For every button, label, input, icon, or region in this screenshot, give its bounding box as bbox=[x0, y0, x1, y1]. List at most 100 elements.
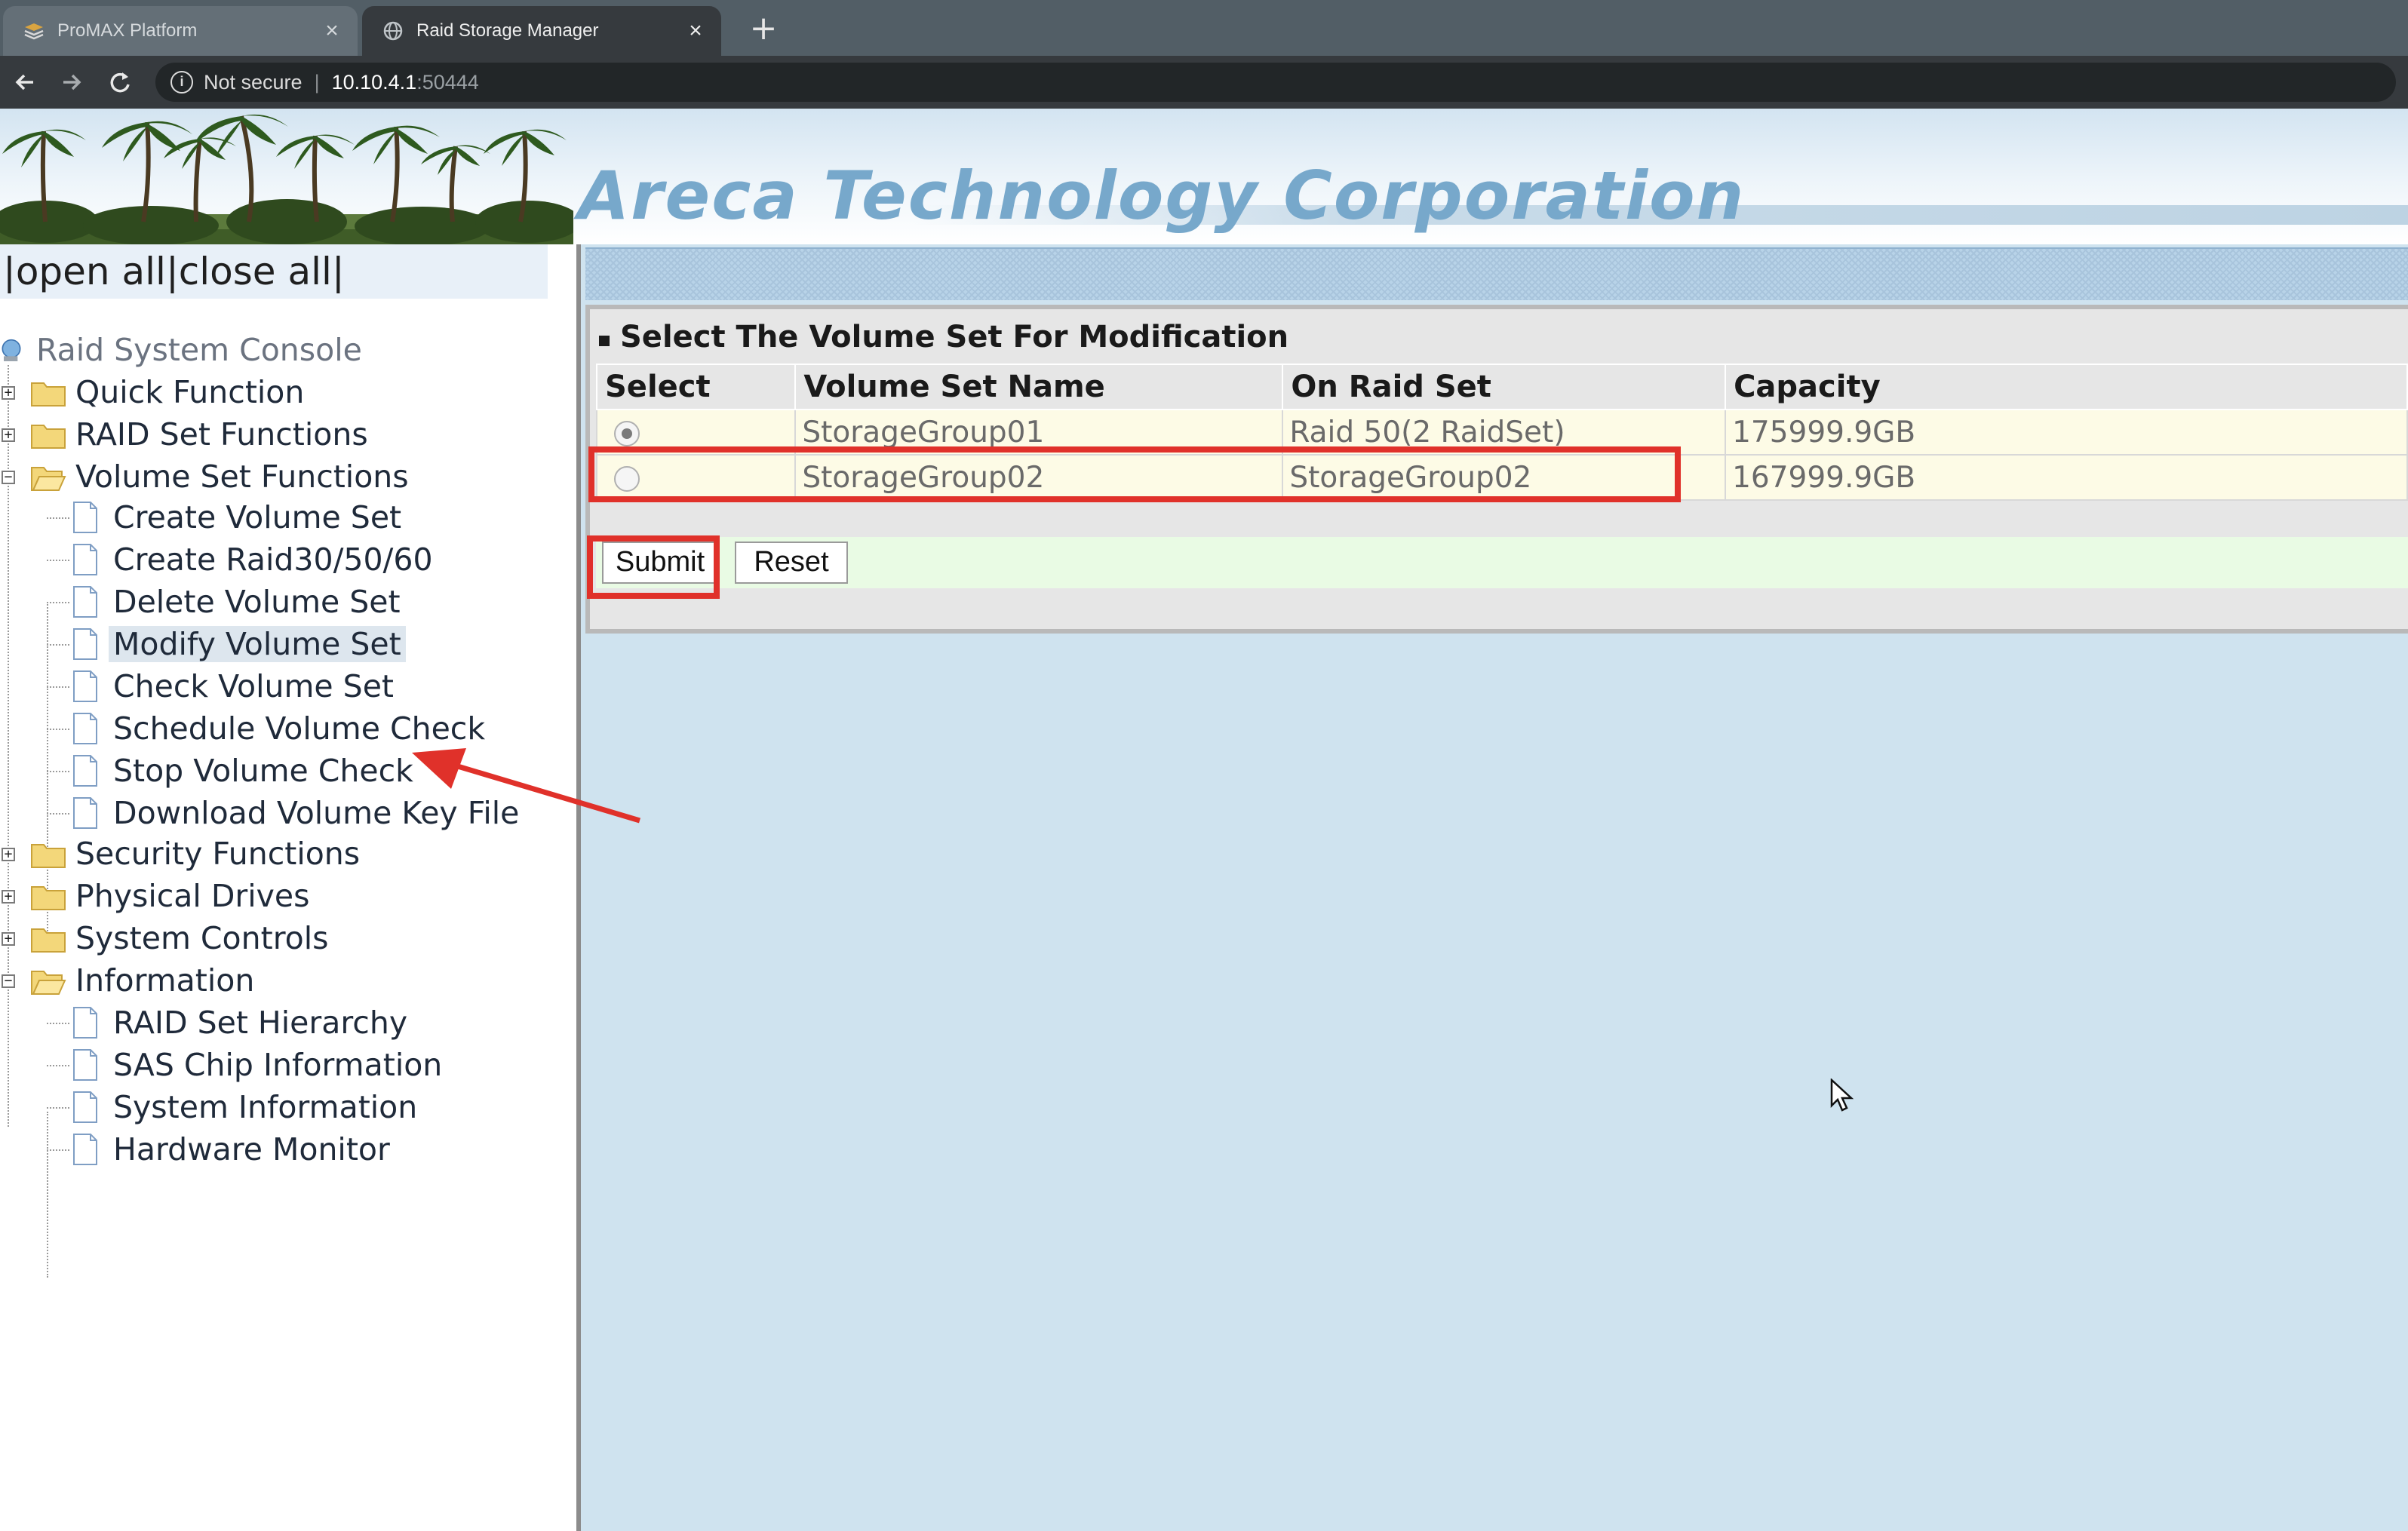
address-port: :50444 bbox=[416, 70, 479, 94]
stack-icon bbox=[23, 20, 45, 42]
tree-label-selected: Modify Volume Set bbox=[109, 626, 406, 662]
sidebar-tree: |open all|close all| Raid System Console… bbox=[0, 244, 579, 1531]
sidebar-group-raid-set-functions[interactable]: RAID Set Functions bbox=[30, 413, 368, 456]
tree-label: Check Volume Set bbox=[113, 668, 395, 704]
column-header-on-raid-set: On Raid Set bbox=[1282, 364, 1727, 410]
expand-plus-icon[interactable]: + bbox=[2, 890, 15, 904]
page-icon bbox=[73, 797, 97, 829]
content-frame: Select The Volume Set For Modification S… bbox=[581, 244, 2408, 1531]
reset-button[interactable]: Reset bbox=[735, 542, 848, 584]
tree-label: Quick Function bbox=[75, 374, 305, 410]
collapse-minus-icon[interactable]: − bbox=[2, 974, 15, 988]
tree-line bbox=[47, 686, 69, 688]
annotation-arrow bbox=[412, 748, 641, 824]
tree-label: Hardware Monitor bbox=[113, 1131, 390, 1167]
capacity-cell: 175999.9GB bbox=[1725, 410, 2408, 456]
forward-arrow-icon[interactable] bbox=[53, 63, 91, 101]
page-icon bbox=[73, 713, 97, 744]
tree-label: Delete Volume Set bbox=[113, 584, 401, 620]
tree-label: Create Raid30/50/60 bbox=[113, 542, 433, 578]
new-tab-plus-icon[interactable]: + bbox=[742, 8, 785, 50]
column-header-capacity: Capacity bbox=[1725, 364, 2408, 410]
tree-line bbox=[47, 1107, 69, 1109]
sidebar-item-hardware-monitor[interactable]: Hardware Monitor bbox=[71, 1128, 390, 1170]
page-icon bbox=[73, 544, 97, 575]
tree-label: Volume Set Functions bbox=[75, 459, 409, 495]
highlight-box-storagegroup02-row bbox=[588, 446, 1681, 502]
page-icon bbox=[73, 1049, 97, 1081]
table-header-row: Select Volume Set Name On Raid Set Capac… bbox=[595, 364, 2408, 410]
sidebar-item-modify-volume-set[interactable]: Modify Volume Set bbox=[71, 623, 406, 665]
tree-label: System Information bbox=[113, 1089, 418, 1125]
sidebar-item-create-raid30-50-60[interactable]: Create Raid30/50/60 bbox=[71, 538, 433, 581]
tree-line bbox=[47, 771, 69, 772]
tree-line bbox=[47, 729, 69, 730]
panel-title-text: Select The Volume Set For Modification bbox=[620, 320, 1289, 354]
folder-icon bbox=[31, 382, 66, 407]
tab-title: ProMAX Platform bbox=[57, 20, 198, 41]
sidebar-group-information[interactable]: Information bbox=[30, 959, 254, 1002]
back-arrow-icon[interactable] bbox=[6, 63, 44, 101]
browser-toolbar: i Not secure | 10.10.4.1 :50444 bbox=[0, 56, 2408, 109]
column-header-select: Select bbox=[595, 364, 797, 410]
close-icon[interactable]: × bbox=[317, 18, 347, 44]
sidebar-item-raid-set-hierarchy[interactable]: RAID Set Hierarchy bbox=[71, 1002, 407, 1044]
pattern-header-bar bbox=[585, 247, 2408, 300]
collapse-minus-icon[interactable]: − bbox=[2, 471, 15, 484]
tree-line bbox=[47, 560, 69, 561]
square-bullet-icon bbox=[599, 336, 610, 346]
sidebar-group-volume-set-functions[interactable]: Volume Set Functions bbox=[30, 456, 409, 498]
tree-label: Information bbox=[75, 962, 255, 999]
web-page: Areca Technology Corporation |open all|c… bbox=[0, 109, 2408, 1531]
sidebar-group-security-functions[interactable]: Security Functions bbox=[30, 833, 360, 875]
folder-icon bbox=[31, 425, 66, 449]
reload-icon[interactable] bbox=[101, 63, 139, 101]
volume-radio-storagegroup01[interactable] bbox=[614, 421, 640, 446]
tree-line bbox=[47, 813, 69, 815]
open-folder-icon bbox=[31, 467, 66, 491]
palm-trees-image bbox=[0, 114, 573, 244]
sidebar-item-stop-volume-check[interactable]: Stop Volume Check bbox=[71, 750, 413, 792]
tab-raid-storage-manager[interactable]: Raid Storage Manager × bbox=[362, 6, 721, 56]
address-host: 10.10.4.1 bbox=[331, 70, 417, 94]
folder-icon bbox=[31, 844, 66, 868]
tree-label: Create Volume Set bbox=[113, 499, 402, 535]
security-indicator: Not secure bbox=[204, 70, 303, 94]
page-icon bbox=[73, 502, 97, 533]
expand-plus-icon[interactable]: + bbox=[2, 428, 15, 442]
expand-plus-icon[interactable]: + bbox=[2, 932, 15, 946]
page-icon bbox=[73, 586, 97, 618]
tree-label: Raid System Console bbox=[36, 332, 362, 368]
sidebar-group-quick-function[interactable]: Quick Function bbox=[30, 371, 304, 413]
sidebar-group-system-controls[interactable]: System Controls bbox=[30, 917, 329, 959]
tree-line bbox=[47, 1112, 48, 1278]
page-icon bbox=[73, 1007, 97, 1039]
expand-plus-icon[interactable]: + bbox=[2, 386, 15, 400]
open-close-all-bar[interactable]: |open all|close all| bbox=[0, 244, 548, 299]
tree-root-raid-system-console[interactable]: Raid System Console bbox=[0, 329, 362, 371]
tree-line bbox=[47, 1023, 69, 1024]
expand-plus-icon[interactable]: + bbox=[2, 848, 15, 861]
page-icon bbox=[73, 755, 97, 787]
header-banner: Areca Technology Corporation bbox=[0, 109, 2408, 244]
capacity-cell: 167999.9GB bbox=[1725, 455, 2408, 501]
folder-icon bbox=[31, 928, 66, 953]
panel-title: Select The Volume Set For Modification bbox=[599, 320, 1288, 354]
sidebar-item-delete-volume-set[interactable]: Delete Volume Set bbox=[71, 581, 401, 623]
browser-tab-bar: ProMAX Platform × Raid Storage Manager ×… bbox=[0, 0, 2408, 56]
sidebar-item-check-volume-set[interactable]: Check Volume Set bbox=[71, 665, 394, 707]
sidebar-group-physical-drives[interactable]: Physical Drives bbox=[30, 875, 309, 917]
close-icon[interactable]: × bbox=[680, 18, 711, 44]
form-button-row: Submit Reset bbox=[596, 537, 2408, 588]
info-icon[interactable]: i bbox=[170, 71, 193, 94]
tree-label: SAS Chip Information bbox=[113, 1047, 443, 1083]
address-bar[interactable]: i Not secure | 10.10.4.1 :50444 bbox=[155, 63, 2396, 102]
tab-promax-platform[interactable]: ProMAX Platform × bbox=[3, 6, 358, 56]
mouse-cursor-icon bbox=[1830, 1078, 1854, 1112]
company-name: Areca Technology Corporation bbox=[578, 157, 1746, 235]
sidebar-item-system-information[interactable]: System Information bbox=[71, 1086, 417, 1128]
sidebar-item-create-volume-set[interactable]: Create Volume Set bbox=[71, 496, 401, 538]
sidebar-item-sas-chip-information[interactable]: SAS Chip Information bbox=[71, 1044, 442, 1086]
tree-label: Stop Volume Check bbox=[113, 753, 413, 789]
page-icon bbox=[73, 628, 97, 660]
